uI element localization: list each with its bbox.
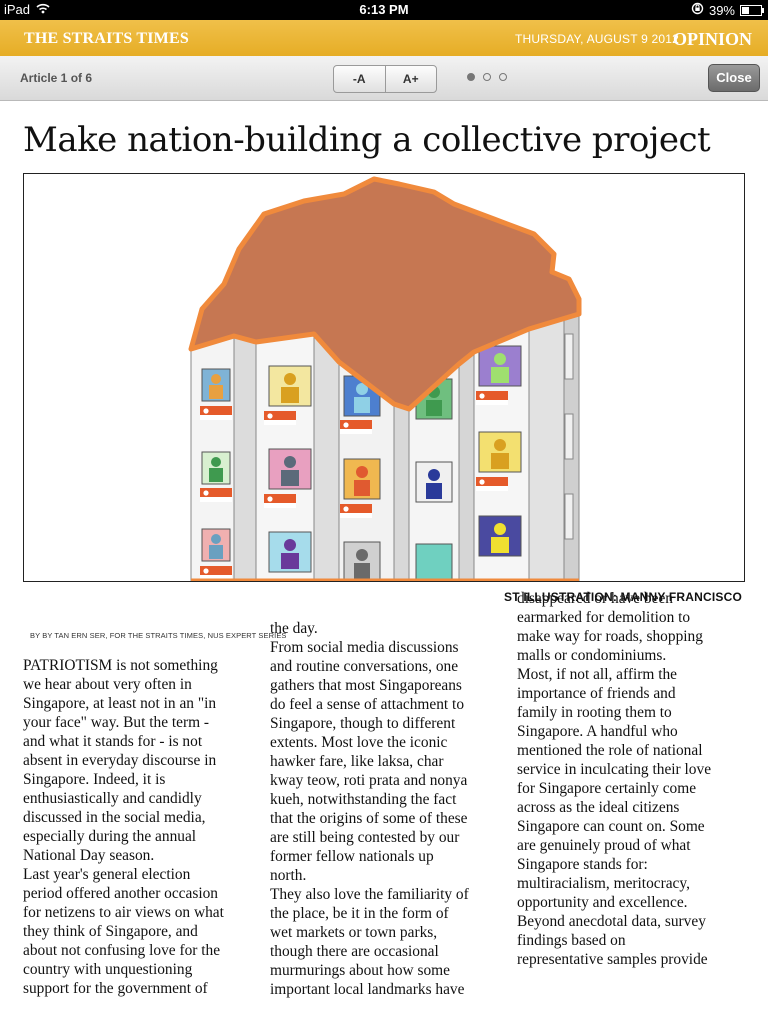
issue-date: THURSDAY, AUGUST 9 2012 bbox=[515, 32, 679, 46]
close-button[interactable]: Close bbox=[708, 64, 760, 92]
increase-font-button[interactable]: A+ bbox=[384, 66, 437, 92]
publication-title: THE STRAITS TIMES bbox=[24, 30, 189, 47]
decrease-font-button[interactable]: -A bbox=[334, 66, 385, 92]
article-text: PATRIOTISM is not something we hear abou… bbox=[23, 657, 224, 997]
article-text: disappeared or have been earmarked for d… bbox=[517, 590, 712, 968]
clock: 6:13 PM bbox=[359, 2, 409, 17]
battery-percent: 39% bbox=[708, 2, 735, 18]
page-dot[interactable] bbox=[483, 73, 491, 81]
battery-icon bbox=[740, 4, 764, 16]
article-column-2: the day. From social media discussions a… bbox=[270, 619, 500, 999]
page-dot[interactable] bbox=[499, 73, 507, 81]
article-column-3: disappeared or have been earmarked for d… bbox=[517, 589, 747, 969]
reader-toolbar: Article 1 of 6 -A A+ Close bbox=[0, 56, 768, 101]
article-counter: Article 1 of 6 bbox=[20, 71, 93, 85]
page-dot[interactable] bbox=[467, 73, 475, 81]
page-indicator[interactable] bbox=[467, 73, 507, 81]
status-bar: iPad 6:13 PM 39% bbox=[0, 0, 768, 20]
article-illustration[interactable] bbox=[23, 173, 745, 582]
masthead: THE STRAITS TIMES THURSDAY, AUGUST 9 201… bbox=[0, 20, 768, 56]
section-name: OPINION bbox=[673, 29, 753, 49]
article-column-1: PATRIOTISM is not something we hear abou… bbox=[23, 656, 258, 998]
hdb-flats-illustration bbox=[188, 176, 582, 581]
article-text: the day. From social media discussions a… bbox=[270, 620, 469, 998]
rotation-lock-icon bbox=[691, 2, 704, 18]
font-size-control: -A A+ bbox=[333, 65, 437, 93]
article-headline: Make nation-building a collective projec… bbox=[23, 120, 711, 160]
byline-text: BY BY TAN ERN SER, FOR THE STRAITS TIMES… bbox=[30, 631, 287, 640]
byline: BY BY TAN ERN SER, FOR THE STRAITS TIMES… bbox=[23, 628, 286, 643]
